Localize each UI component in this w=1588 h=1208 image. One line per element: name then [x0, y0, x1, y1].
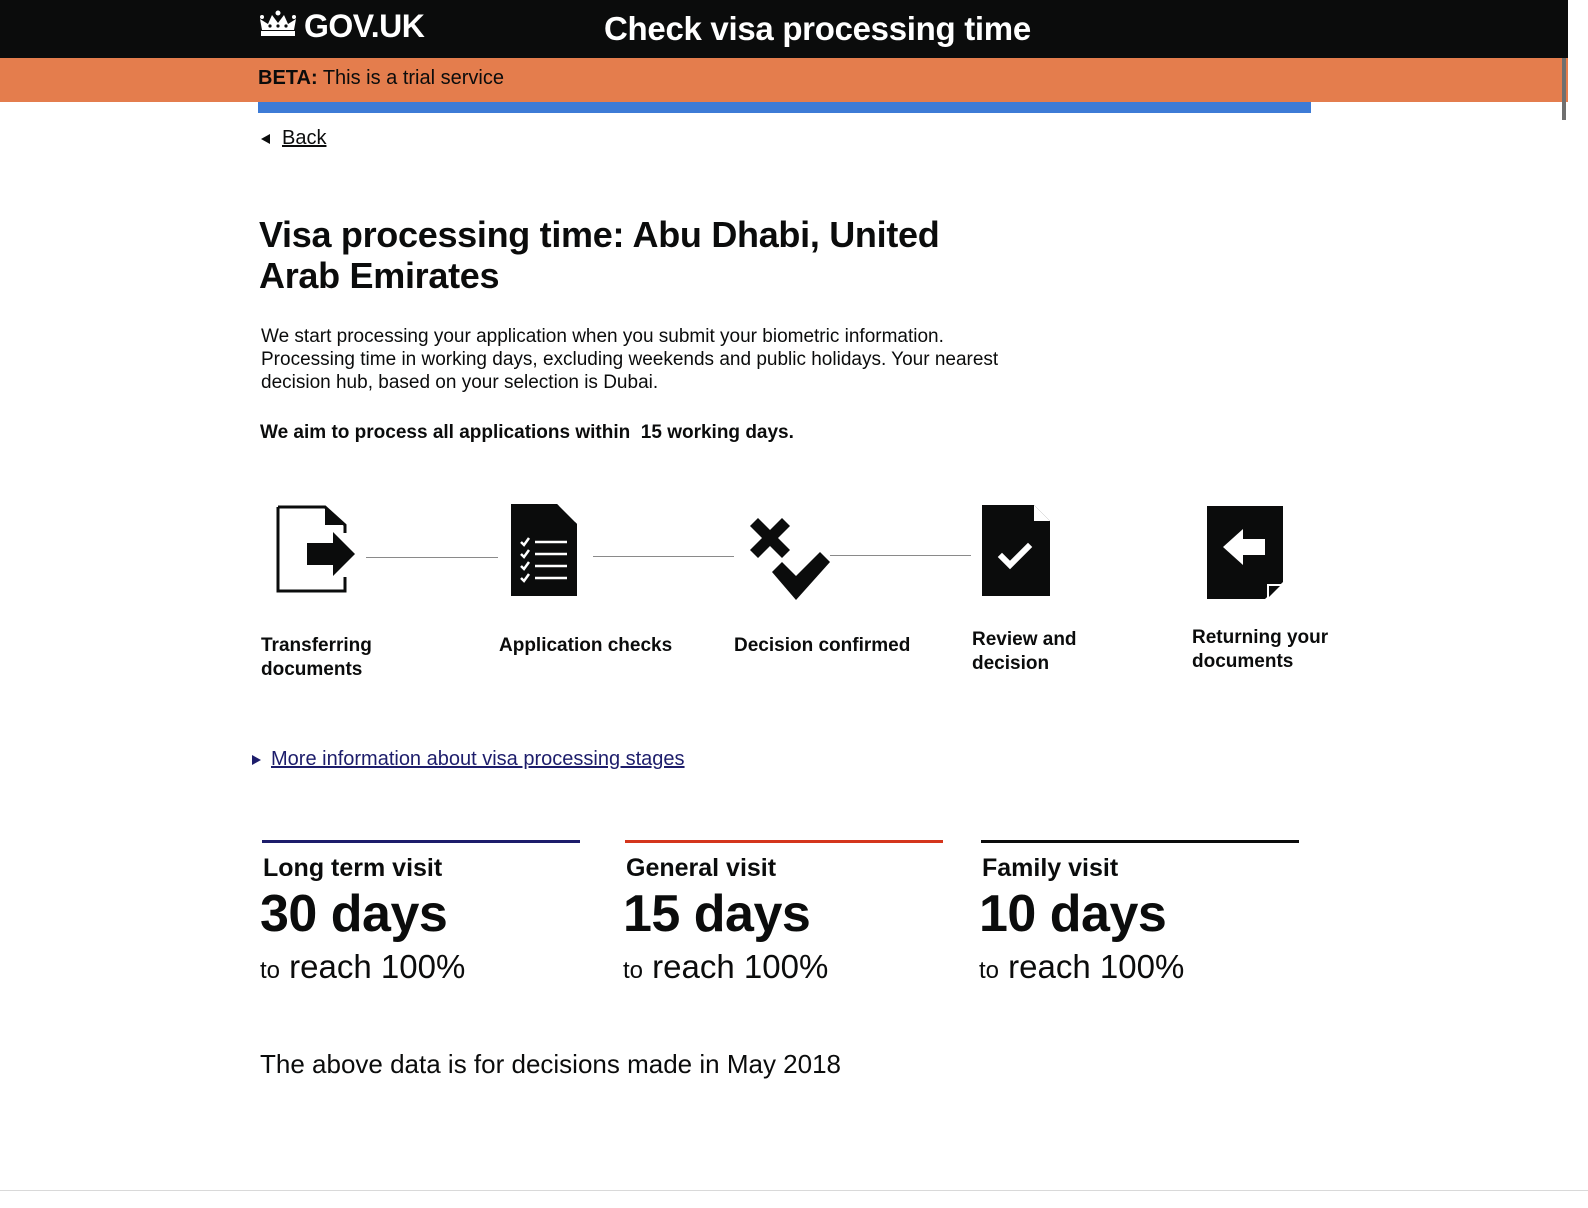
expand-arrow-icon [252, 754, 261, 765]
crown-icon [258, 9, 304, 44]
stat-rule [625, 840, 943, 843]
document-tick-icon [982, 504, 1052, 602]
stage-label: Transferring documents [261, 635, 372, 680]
back-link-label: Back [282, 127, 327, 149]
more-info-label: More information about visa processing s… [271, 748, 685, 770]
header-accent-bar [258, 102, 1311, 113]
stage-connector [593, 556, 734, 557]
document-return-icon [1207, 506, 1285, 605]
stat-caption-to: to [979, 957, 1000, 984]
data-footnote: The above data is for decisions made in … [260, 1049, 842, 1079]
beta-banner: BETA: This is a trial service [0, 58, 1568, 102]
checklist-document-icon [511, 503, 579, 603]
more-info-details-toggle[interactable]: More information about visa processing s… [252, 748, 685, 771]
processing-aim: We aim to process all applications withi… [260, 422, 794, 443]
document-transfer-icon [275, 505, 359, 600]
govuk-logo[interactable]: GOV.UK [258, 8, 425, 45]
beta-text: This is a trial service [317, 67, 504, 89]
logo-text: GOV.UK [304, 8, 425, 44]
stage-label: Application checks [499, 635, 673, 656]
stage-connector [830, 555, 971, 556]
back-arrow-icon [261, 133, 270, 144]
back-link[interactable]: Back [261, 127, 326, 150]
stage-label: Returning your documents [1192, 627, 1329, 672]
stage-connector [366, 557, 498, 558]
beta-message: BETA: This is a trial service [258, 67, 504, 90]
site-header: GOV.UK Check visa processing time [0, 0, 1568, 58]
scrollbar-track[interactable] [1568, 0, 1588, 1208]
stage-label: Review and decision [972, 629, 1077, 674]
scrollbar-thumb[interactable] [1562, 58, 1566, 120]
cross-and-tick-icon [746, 516, 830, 607]
stat-caption-text: reach 100% [280, 948, 466, 985]
stat-title: Long term visit [263, 854, 443, 882]
stat-value: 30 days [260, 885, 448, 943]
stat-caption: to reach 100% [260, 948, 465, 986]
stage-label: Decision confirmed [734, 635, 911, 656]
stat-title: General visit [626, 854, 777, 882]
stat-rule [262, 840, 580, 843]
stat-caption-text: reach 100% [999, 948, 1185, 985]
stat-caption: to reach 100% [979, 948, 1184, 986]
service-name[interactable]: Check visa processing time [604, 10, 1031, 48]
page-title: Visa processing time: Abu Dhabi, United … [259, 214, 940, 296]
stat-value: 15 days [623, 885, 811, 943]
stat-caption-to: to [260, 957, 281, 984]
intro-text: We start processing your application whe… [261, 326, 999, 393]
stat-value: 10 days [979, 885, 1167, 943]
stat-rule [981, 840, 1299, 843]
page-bottom-edge [0, 1190, 1588, 1191]
stat-caption-to: to [623, 957, 644, 984]
stat-caption-text: reach 100% [643, 948, 829, 985]
stat-title: Family visit [982, 854, 1119, 882]
stat-caption: to reach 100% [623, 948, 828, 986]
beta-tag: BETA: [258, 67, 318, 89]
